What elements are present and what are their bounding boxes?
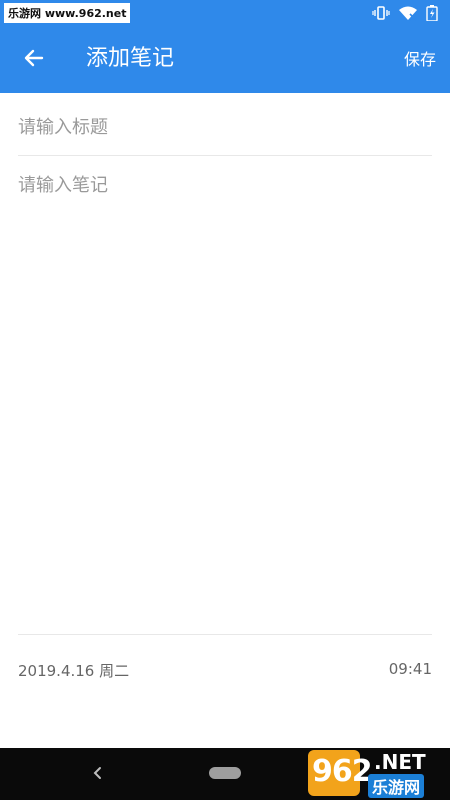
divider: [18, 634, 432, 635]
save-button[interactable]: 保存: [404, 48, 436, 72]
vibrate-icon: [372, 5, 390, 21]
nav-home-pill[interactable]: [209, 767, 241, 779]
battery-icon: [426, 5, 438, 21]
title-input[interactable]: [18, 100, 432, 154]
status-icons: [372, 5, 438, 21]
chevron-left-icon: [91, 765, 105, 784]
arrow-left-icon: [22, 46, 46, 74]
time-label: 09:41: [388, 660, 432, 678]
logo-net-text: .NET: [374, 750, 426, 774]
logo-number: 962: [312, 754, 373, 789]
site-watermark-text: 乐游网 www.962.net: [4, 3, 131, 23]
divider: [18, 155, 432, 156]
logo-cn-text: 乐游网: [368, 774, 425, 798]
nav-back-button[interactable]: [86, 762, 110, 786]
note-input[interactable]: [18, 170, 432, 620]
app-bar: 添加笔记 保存: [0, 26, 450, 93]
logo-watermark: 962 .NET 乐游网: [306, 748, 446, 798]
page-title: 添加笔记: [86, 46, 175, 71]
status-bar: 乐游网 www.962.net: [0, 0, 450, 26]
wifi-icon: [398, 5, 418, 21]
back-button[interactable]: [14, 42, 54, 78]
date-label: 2019.4.16 周二: [18, 662, 130, 680]
